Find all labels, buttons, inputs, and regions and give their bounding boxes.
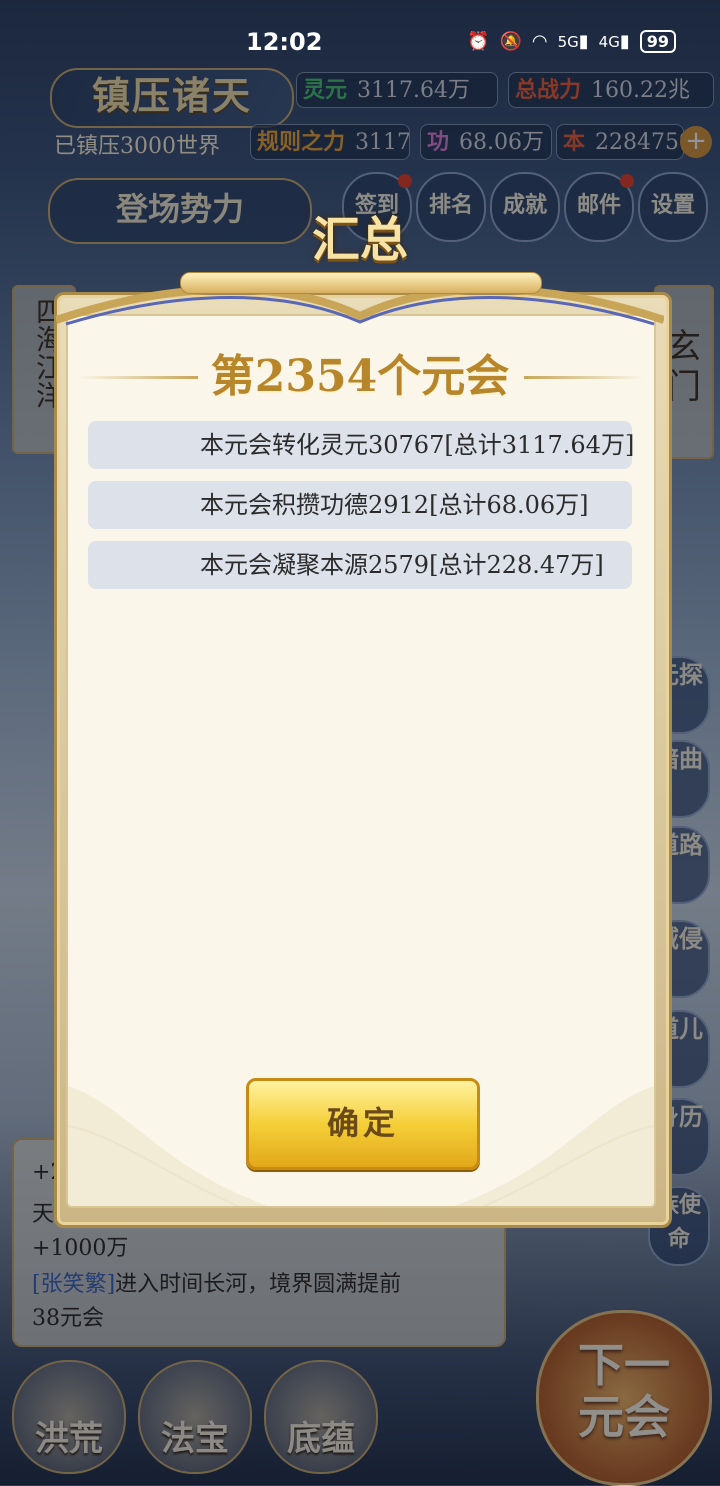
- summary-row-text: 本元会凝聚本源2579[总计228.47万]: [200, 551, 604, 579]
- summary-row: 本元会转化灵元30767[总计3117.64万]: [88, 421, 635, 469]
- status-time: 12:02: [246, 28, 323, 56]
- dialog-title-tag: 汇总: [300, 208, 420, 272]
- 5g-signal-icon: 5G▮: [557, 31, 589, 52]
- wifi-icon: ◠: [531, 31, 548, 52]
- summary-row: 本元会凝聚本源2579[总计228.47万]: [88, 541, 632, 589]
- 4g-signal-icon: 4G▮: [598, 31, 630, 52]
- summary-row-text: 本元会转化灵元30767[总计3117.64万]: [200, 431, 635, 459]
- confirm-button[interactable]: 确定: [246, 1078, 480, 1170]
- wave-decoration-right: [454, 1086, 654, 1206]
- dialog-title-ribbon: [180, 272, 542, 294]
- mute-icon: 🔕: [499, 31, 522, 52]
- confirm-button-label: 确定: [326, 1104, 399, 1142]
- battery-icon: 99: [639, 30, 676, 53]
- era-title: 第2354个元会: [210, 351, 510, 402]
- status-icons: ⏰ 🔕 ◠ 5G▮ 4G▮ 99: [467, 30, 676, 53]
- dialog-title: 汇总: [311, 212, 408, 268]
- status-bar: 12:02 ⏰ 🔕 ◠ 5G▮ 4G▮ 99: [0, 0, 720, 84]
- summary-row-text: 本元会积攒功德2912[总计68.06万]: [200, 491, 589, 519]
- wave-decoration-left: [68, 1086, 268, 1206]
- summary-row: 本元会积攒功德2912[总计68.06万]: [88, 481, 632, 529]
- alarm-icon: ⏰: [467, 31, 490, 52]
